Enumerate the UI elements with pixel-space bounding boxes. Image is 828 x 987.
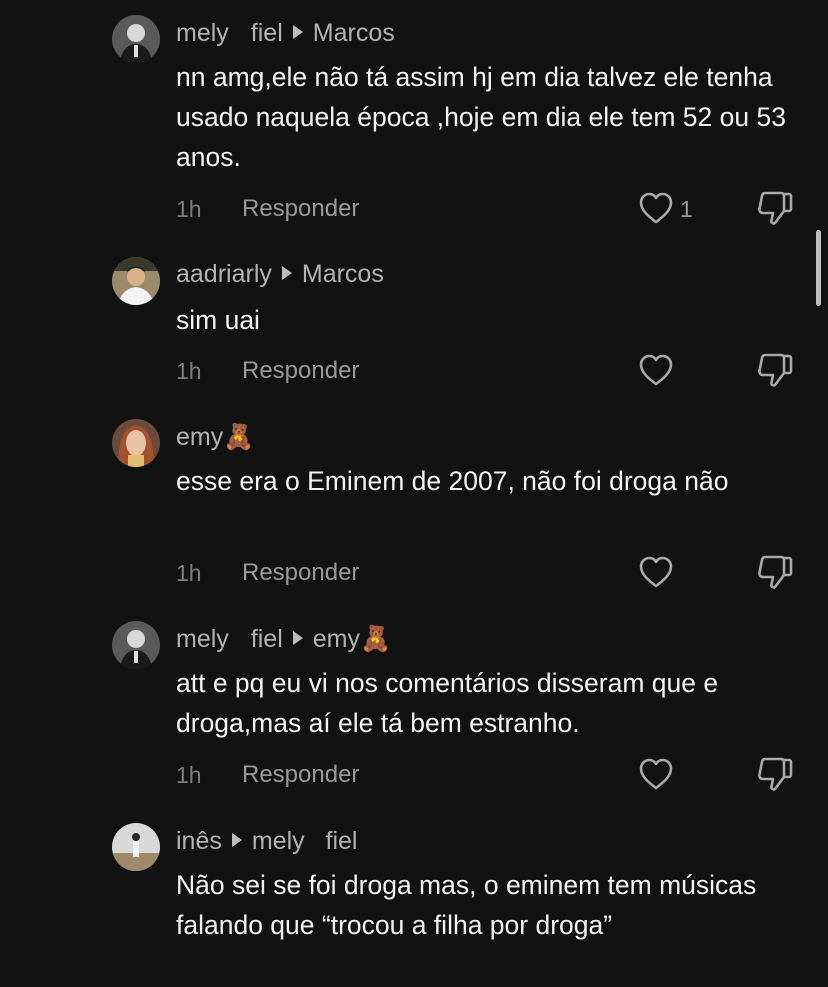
username[interactable]: mely (176, 625, 229, 653)
triangle-right-icon (292, 631, 303, 645)
thumbs-down-outline-icon[interactable] (756, 352, 794, 388)
reply-button[interactable]: Responder (242, 195, 359, 223)
triangle-right-icon (292, 25, 303, 39)
thumbs-down-outline-icon[interactable] (756, 190, 794, 226)
avatar-photo (112, 257, 160, 305)
comment-text: sim uai (176, 305, 260, 335)
avatar[interactable] (112, 621, 160, 669)
username-suffix[interactable]: fiel (251, 625, 283, 653)
avatar[interactable] (112, 15, 160, 63)
comment-header: mely fiel Marcos (176, 16, 395, 50)
avatar[interactable] (112, 257, 160, 305)
timestamp: 1h (176, 560, 202, 586)
username[interactable]: emy🧸 (176, 423, 254, 451)
comment-header: inês mely fiel (176, 824, 357, 858)
comment-text: esse era o Eminem de 2007, não foi droga… (176, 466, 729, 496)
thumbs-down-outline-icon[interactable] (756, 756, 794, 792)
username[interactable]: inês (176, 827, 222, 855)
heart-outline-icon[interactable] (638, 555, 674, 589)
heart-outline-icon[interactable] (638, 353, 674, 387)
comment-header: mely fiel emy🧸 (176, 622, 391, 656)
comment-text: att e pq eu vi nos comentários disseram … (176, 668, 719, 738)
triangle-right-icon (231, 833, 242, 847)
comment-header: emy🧸 (176, 420, 254, 454)
username-suffix[interactable]: fiel (251, 19, 283, 47)
avatar-photo (112, 15, 160, 63)
thumbs-down-outline-icon[interactable] (756, 554, 794, 590)
timestamp: 1h (176, 196, 202, 222)
reply-button[interactable]: Responder (242, 559, 359, 587)
heart-outline-icon[interactable] (638, 757, 674, 791)
reply-button[interactable]: Responder (242, 761, 359, 789)
timestamp: 1h (176, 358, 202, 384)
reply-target[interactable]: Marcos (313, 19, 395, 47)
avatar-photo (112, 419, 160, 467)
username[interactable]: aadriarly (176, 260, 272, 288)
reply-target[interactable]: Marcos (302, 260, 384, 288)
comment-header: aadriarly Marcos (176, 257, 384, 291)
reply-target[interactable]: mely fiel (252, 827, 358, 855)
like-count: 1 (680, 196, 693, 222)
comment-text: nn amg,ele não tá assim hj em dia talvez… (176, 62, 786, 172)
reply-button[interactable]: Responder (242, 357, 359, 385)
triangle-right-icon (281, 266, 292, 280)
avatar-photo (112, 823, 160, 871)
avatar[interactable] (112, 419, 160, 467)
reply-target[interactable]: emy🧸 (313, 625, 391, 653)
timestamp: 1h (176, 762, 202, 788)
comments-screen: mely fiel Marcos nn amg,ele não tá assim h… (0, 0, 828, 987)
avatar[interactable] (112, 823, 160, 871)
comment-text: Não sei se foi droga mas, o eminem tem m… (176, 870, 757, 940)
avatar-photo (112, 621, 160, 669)
heart-outline-icon[interactable] (638, 191, 674, 225)
username[interactable]: mely (176, 19, 229, 47)
scrollbar[interactable] (816, 230, 821, 306)
